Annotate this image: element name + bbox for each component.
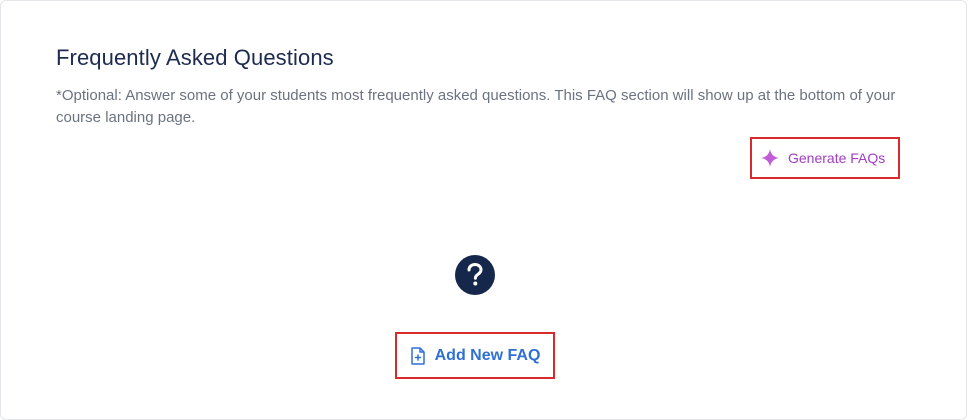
add-document-icon	[410, 346, 426, 365]
faq-card: Frequently Asked Questions *Optional: An…	[0, 0, 967, 420]
question-circle-icon	[455, 255, 495, 295]
faq-description: *Optional: Answer some of your students …	[56, 87, 896, 126]
faq-title: Frequently Asked Questions	[56, 45, 334, 70]
generate-faqs-button[interactable]: Generate FAQs	[750, 137, 900, 179]
generate-faqs-label: Generate FAQs	[788, 150, 886, 166]
sparkle-icon	[760, 148, 780, 168]
add-new-faq-button[interactable]: Add New FAQ	[395, 332, 555, 379]
add-new-faq-label: Add New FAQ	[434, 346, 541, 364]
